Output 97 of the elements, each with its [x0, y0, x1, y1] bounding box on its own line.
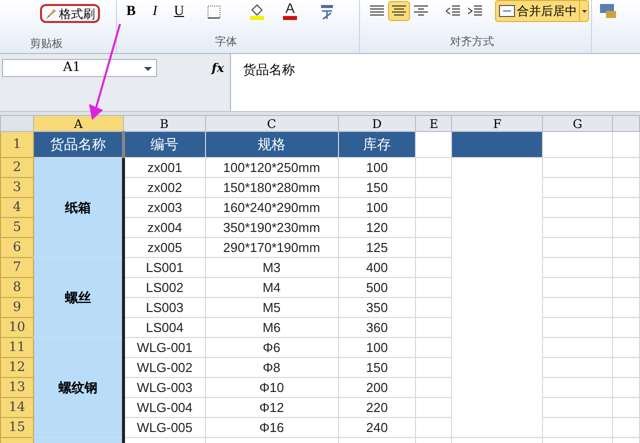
row-header[interactable]: 7 — [0, 258, 34, 278]
table-cell: zx004 — [123, 218, 206, 238]
table-cell: 120 — [338, 218, 416, 238]
table-cell: 150*180*280mm — [205, 178, 338, 198]
group-label: 字体 — [215, 34, 237, 50]
formula-text: 货品名称 — [243, 62, 295, 77]
table-cell: LS004 — [123, 318, 206, 338]
table-header-cell: 库存 — [338, 132, 416, 158]
row-header[interactable]: 4 — [0, 198, 34, 218]
table-header-cell: 编号 — [123, 132, 206, 158]
group-label: 剪贴板 — [30, 36, 63, 52]
table-cell: 100 — [338, 338, 416, 358]
phonetic-icon — [319, 3, 335, 21]
table-cell: LS003 — [123, 298, 206, 318]
bold-button[interactable]: B — [122, 3, 140, 21]
table-cell: zx005 — [123, 238, 206, 258]
insert-function-button[interactable]: fx — [212, 59, 224, 77]
underline-button[interactable]: U — [170, 3, 188, 21]
table-cell: WLG-002 — [123, 358, 206, 378]
number-format-icon — [600, 3, 618, 19]
merge-cells-icon — [499, 5, 515, 17]
table-cell: 100 — [338, 158, 416, 178]
row-header[interactable]: 1 — [0, 132, 34, 158]
name-box[interactable]: A1 — [2, 59, 157, 77]
column-header[interactable]: A — [33, 116, 124, 132]
table-header-cell: 规格 — [205, 132, 338, 158]
table-cell: 350 — [338, 298, 416, 318]
align-right-icon — [414, 5, 428, 17]
font-color-button[interactable]: A — [282, 1, 298, 21]
group-label: 对齐方式 — [450, 34, 494, 50]
table-cell: 500 — [338, 278, 416, 298]
category-cell: 螺丝 — [33, 258, 124, 338]
table-cell: 125 — [338, 238, 416, 258]
row-header[interactable]: 2 — [0, 158, 34, 178]
category-cell: 螺纹钢 — [33, 338, 124, 438]
table-cell: zx001 — [123, 158, 206, 178]
align-center-icon — [392, 5, 406, 17]
row-header[interactable]: 12 — [0, 358, 34, 378]
borders-icon — [207, 5, 221, 19]
row-header[interactable]: 5 — [0, 218, 34, 238]
table-cell: Φ12 — [205, 398, 338, 418]
row-header[interactable]: 3 — [0, 178, 34, 198]
table-cell: zx002 — [123, 178, 206, 198]
decrease-indent-icon — [446, 5, 460, 17]
row-header[interactable]: 15 — [0, 418, 34, 438]
table-cell: 100 — [338, 198, 416, 218]
column-header[interactable]: C — [205, 116, 338, 132]
table-cell: 220 — [338, 398, 416, 418]
table-cell: 160*240*290mm — [205, 198, 338, 218]
column-header[interactable]: G — [542, 116, 612, 132]
format-painter-button[interactable]: 格式刷 — [40, 4, 100, 23]
row-header[interactable]: 14 — [0, 398, 34, 418]
table-cell: 150 — [338, 178, 416, 198]
row-header[interactable]: 6 — [0, 238, 34, 258]
column-header[interactable]: E — [416, 116, 452, 132]
table-cell: 350*190*230mm — [205, 218, 338, 238]
table-cell: 200 — [338, 378, 416, 398]
align-center-button[interactable] — [388, 1, 410, 21]
table-cell: 400 — [338, 258, 416, 278]
table-cell: M3 — [205, 258, 338, 278]
table-cell: Φ10 — [205, 378, 338, 398]
row-header[interactable]: 9 — [0, 298, 34, 318]
table-cell: Φ8 — [205, 358, 338, 378]
table-cell: 360 — [338, 318, 416, 338]
table-cell: M5 — [205, 298, 338, 318]
table-cell: 150 — [338, 358, 416, 378]
table-cell: WLG-004 — [123, 398, 206, 418]
table-cell: M6 — [205, 318, 338, 338]
dropdown-caret-icon — [144, 67, 152, 71]
dropdown-caret-icon — [579, 1, 588, 21]
table-cell: 240 — [338, 418, 416, 438]
row-header[interactable]: 11 — [0, 338, 34, 358]
column-header[interactable]: B — [123, 116, 206, 132]
row-header[interactable]: 10 — [0, 318, 34, 338]
row-header[interactable]: 8 — [0, 278, 34, 298]
table-cell: Φ6 — [205, 338, 338, 358]
table-header-cell: 货品名称 — [33, 132, 124, 158]
italic-button[interactable]: I — [146, 3, 164, 21]
column-header[interactable]: D — [338, 116, 416, 132]
fill-bucket-icon — [249, 3, 265, 20]
table-cell: WLG-001 — [123, 338, 206, 358]
merge-center-button[interactable]: 合并后居中 — [495, 0, 589, 22]
column-header[interactable]: F — [452, 116, 543, 132]
increase-indent-icon — [468, 5, 482, 17]
table-cell: M4 — [205, 278, 338, 298]
row-header[interactable]: 13 — [0, 378, 34, 398]
table-cell: zx003 — [123, 198, 206, 218]
table-cell: WLG-003 — [123, 378, 206, 398]
paintbrush-icon — [45, 8, 57, 20]
table-cell: LS001 — [123, 258, 206, 278]
table-cell: Φ16 — [205, 418, 338, 438]
align-left-icon — [370, 5, 384, 17]
table-cell: 100*120*250mm — [205, 158, 338, 178]
table-cell: WLG-005 — [123, 418, 206, 438]
category-cell: 纸箱 — [33, 158, 124, 258]
table-cell: LS002 — [123, 278, 206, 298]
table-cell: 290*170*190mm — [205, 238, 338, 258]
